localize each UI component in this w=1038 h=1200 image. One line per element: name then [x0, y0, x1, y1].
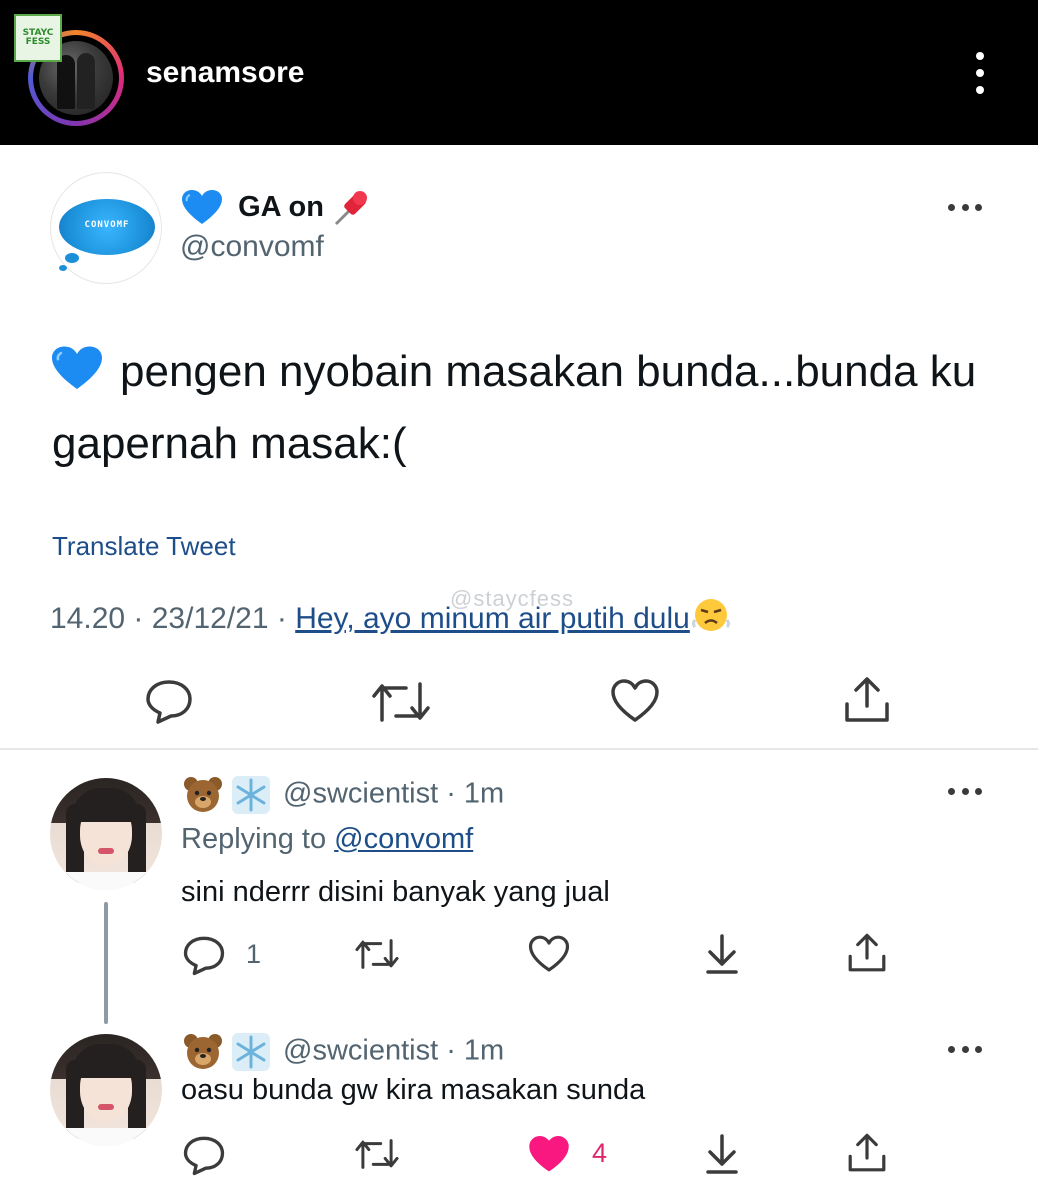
reply-icon[interactable] — [144, 678, 194, 724]
like-icon[interactable] — [610, 678, 660, 724]
tweet-body: pengen nyobain masakan bunda...bunda ku … — [52, 347, 977, 468]
like-icon-active[interactable] — [528, 1134, 570, 1174]
instagram-username[interactable]: senamsore — [146, 56, 304, 90]
tweet-source-link[interactable]: Hey, ayo minum air putih dulu — [295, 599, 730, 635]
tweet-avatar[interactable]: CONVOMF — [50, 172, 162, 284]
blue-heart-emoji — [182, 190, 222, 224]
download-icon[interactable] — [702, 932, 742, 976]
reply-handle[interactable]: @swcientist — [283, 778, 438, 810]
tweet-handle[interactable]: @convomf — [180, 230, 324, 264]
retweet-icon[interactable] — [354, 1136, 400, 1172]
like-count: 4 — [592, 1138, 608, 1168]
reply-text: sini nderrr disini banyak yang jual — [181, 876, 610, 908]
replying-to-link[interactable]: @convomf — [334, 823, 473, 855]
more-horizontal-icon[interactable] — [948, 204, 982, 212]
like-icon[interactable] — [528, 934, 570, 974]
share-icon[interactable] — [846, 932, 888, 974]
thread-line — [104, 902, 108, 1024]
snowflake-emoji — [232, 1033, 270, 1071]
bear-emoji — [184, 777, 222, 812]
share-icon[interactable] — [846, 1132, 888, 1174]
reply-time: 1m — [463, 777, 505, 810]
share-icon[interactable] — [842, 676, 892, 724]
pushpin-emoji — [334, 191, 368, 226]
snowflake-emoji — [232, 776, 270, 814]
more-horizontal-icon[interactable] — [948, 1046, 982, 1054]
tweet-display-name[interactable]: GA on — [182, 188, 372, 228]
tweet-text: pengen nyobain masakan bunda...bunda ku … — [52, 336, 992, 480]
reply-avatar[interactable] — [50, 1034, 162, 1146]
staycfess-logo: STAYC FESS — [14, 14, 62, 62]
reply-text: oasu bunda gw kira masakan sunda — [181, 1074, 646, 1106]
tweet-time: 14.20 — [50, 602, 126, 635]
blue-heart-emoji — [52, 346, 102, 389]
cloud-logo: CONVOMF — [59, 199, 155, 255]
reply-icon[interactable] — [182, 934, 226, 976]
tweet-date: 23/12/21 — [151, 602, 269, 635]
reply-count: 1 — [246, 939, 262, 969]
download-icon[interactable] — [702, 1132, 742, 1176]
reply-header: @swcientist · 1m — [183, 775, 504, 815]
tweet-meta: 14.20 · 23/12/21 · Hey, ayo minum air pu… — [50, 598, 730, 636]
bear-emoji — [184, 1034, 222, 1069]
more-horizontal-icon[interactable] — [948, 788, 982, 796]
divider — [0, 748, 1038, 750]
more-vertical-icon[interactable] — [962, 52, 998, 102]
reply-header: @swcientist · 1m — [183, 1032, 504, 1072]
retweet-icon[interactable] — [354, 936, 400, 972]
retweet-icon[interactable] — [370, 680, 432, 724]
huffing-face-emoji — [691, 599, 730, 631]
reply-avatar[interactable] — [50, 778, 162, 890]
reply-handle[interactable]: @swcientist — [283, 1035, 438, 1067]
translate-tweet-link[interactable]: Translate Tweet — [52, 531, 236, 562]
display-name-text: GA on — [238, 190, 324, 223]
reply-icon[interactable] — [182, 1134, 226, 1176]
replying-to: Replying to @convomf — [181, 823, 474, 855]
reply-time: 1m — [463, 1034, 505, 1067]
instagram-header: STAYC FESS senamsore — [0, 0, 1038, 145]
